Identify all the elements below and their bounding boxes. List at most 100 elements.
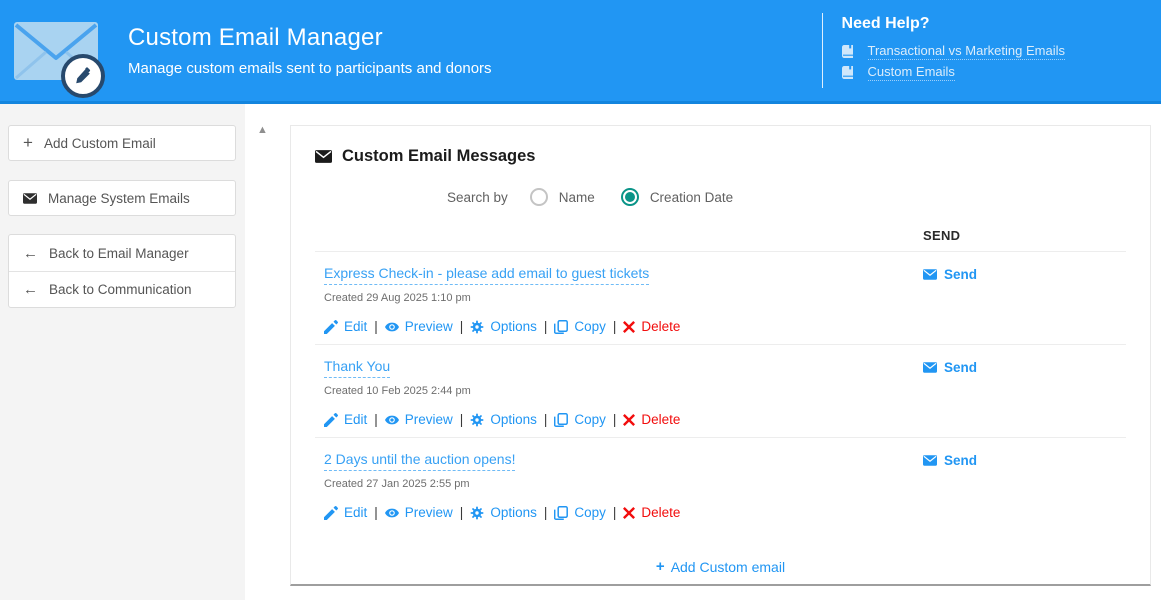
edit-link[interactable]: Edit	[324, 412, 367, 427]
scroll-top-arrow-icon[interactable]: ▲	[257, 125, 268, 136]
delete-label: Delete	[641, 319, 680, 334]
panel-title: Custom Email Messages	[342, 147, 536, 166]
app-logo	[14, 12, 106, 94]
help-link-custom-emails[interactable]: Custom Emails	[842, 63, 1065, 82]
manage-system-emails-button[interactable]: Manage System Emails	[8, 180, 236, 216]
back-links-group: ← Back to Email Manager ← Back to Commun…	[8, 234, 236, 308]
copy-link[interactable]: Copy	[554, 505, 606, 520]
back-to-communication-label: Back to Communication	[49, 282, 192, 297]
header-title-block: Custom Email Manager Manage custom email…	[128, 24, 492, 77]
copy-link[interactable]: Copy	[554, 319, 606, 334]
x-icon	[623, 414, 635, 426]
separator	[613, 319, 617, 334]
pencil-icon	[324, 506, 338, 520]
search-by-group: Search by Name Creation Date	[447, 188, 1126, 206]
options-label: Options	[490, 319, 537, 334]
separator	[544, 412, 548, 427]
page-subtitle: Manage custom emails sent to participant…	[128, 60, 492, 77]
radio-option-creation-date[interactable]: Creation Date	[621, 188, 733, 206]
x-icon	[623, 507, 635, 519]
separator	[613, 412, 617, 427]
radio-creation-date[interactable]	[621, 188, 639, 206]
delete-link[interactable]: Delete	[623, 319, 680, 334]
separator	[544, 319, 548, 334]
options-link[interactable]: Options	[470, 505, 537, 520]
email-title-link[interactable]: Express Check-in - please add email to g…	[324, 265, 649, 285]
preview-label: Preview	[405, 319, 453, 334]
options-link[interactable]: Options	[470, 319, 537, 334]
preview-link[interactable]: Preview	[385, 505, 453, 520]
options-label: Options	[490, 412, 537, 427]
app-header: Custom Email Manager Manage custom email…	[0, 0, 1161, 104]
edit-link[interactable]: Edit	[324, 505, 367, 520]
copy-icon	[554, 506, 568, 520]
copy-label: Copy	[574, 319, 606, 334]
email-created-date: Created 29 Aug 2025 1:10 pm	[324, 292, 1126, 304]
help-link-transactional-vs-marketing[interactable]: Transactional vs Marketing Emails	[842, 42, 1065, 61]
custom-email-messages-panel: Custom Email Messages Search by Name Cre…	[290, 125, 1151, 586]
add-email-row: + Add Custom email	[315, 558, 1126, 576]
page-title: Custom Email Manager	[128, 24, 492, 52]
arrow-left-icon: ←	[23, 282, 38, 297]
email-created-date: Created 27 Jan 2025 2:55 pm	[324, 478, 1126, 490]
separator	[460, 412, 464, 427]
pencil-icon	[324, 413, 338, 427]
back-to-communication-button[interactable]: ← Back to Communication	[9, 271, 235, 307]
search-by-label: Search by	[447, 190, 508, 205]
envelope-icon	[315, 150, 332, 163]
separator	[374, 319, 378, 334]
pencil-icon	[324, 320, 338, 334]
add-custom-email-label: Add Custom Email	[44, 136, 156, 151]
radio-name-label[interactable]: Name	[559, 190, 595, 205]
delete-label: Delete	[641, 412, 680, 427]
envelope-icon	[923, 455, 937, 466]
add-custom-email-footer-button[interactable]: + Add Custom email	[656, 559, 785, 575]
book-icon	[842, 66, 853, 79]
eye-icon	[385, 413, 399, 427]
options-label: Options	[490, 505, 537, 520]
plus-icon: +	[656, 559, 665, 574]
plus-icon: +	[23, 134, 33, 151]
cogs-icon	[470, 506, 484, 520]
x-icon	[623, 321, 635, 333]
send-link[interactable]: Send	[923, 453, 977, 468]
edit-link[interactable]: Edit	[324, 319, 367, 334]
send-column-header: SEND	[923, 228, 1126, 243]
add-custom-email-button[interactable]: + Add Custom Email	[8, 125, 236, 161]
radio-name[interactable]	[530, 188, 548, 206]
pencil-badge-icon	[61, 54, 105, 98]
eye-icon	[385, 506, 399, 520]
email-title-link[interactable]: 2 Days until the auction opens!	[324, 451, 515, 471]
copy-link[interactable]: Copy	[554, 412, 606, 427]
copy-label: Copy	[574, 505, 606, 520]
separator	[374, 412, 378, 427]
help-link-label: Custom Emails	[868, 64, 955, 81]
send-link[interactable]: Send	[923, 360, 977, 375]
options-link[interactable]: Options	[470, 412, 537, 427]
preview-link[interactable]: Preview	[385, 412, 453, 427]
email-row: 2 Days until the auction opens! Created …	[315, 437, 1126, 530]
radio-option-name[interactable]: Name	[530, 188, 595, 206]
preview-label: Preview	[405, 412, 453, 427]
edit-label: Edit	[344, 319, 367, 334]
radio-creation-date-label[interactable]: Creation Date	[650, 190, 733, 205]
copy-label: Copy	[574, 412, 606, 427]
book-icon	[842, 45, 853, 58]
delete-label: Delete	[641, 505, 680, 520]
cogs-icon	[470, 413, 484, 427]
back-to-email-manager-label: Back to Email Manager	[49, 246, 189, 261]
sidebar: + Add Custom Email Manage System Emails …	[0, 104, 245, 600]
add-custom-email-footer-label: Add Custom email	[671, 559, 785, 575]
envelope-icon	[23, 193, 37, 204]
delete-link[interactable]: Delete	[623, 505, 680, 520]
send-label: Send	[944, 267, 977, 282]
preview-link[interactable]: Preview	[385, 319, 453, 334]
delete-link[interactable]: Delete	[623, 412, 680, 427]
back-to-email-manager-button[interactable]: ← Back to Email Manager	[9, 235, 235, 271]
separator	[613, 505, 617, 520]
send-link[interactable]: Send	[923, 267, 977, 282]
send-label: Send	[944, 453, 977, 468]
email-title-link[interactable]: Thank You	[324, 358, 390, 378]
edit-label: Edit	[344, 505, 367, 520]
need-help-heading: Need Help?	[842, 15, 1065, 33]
